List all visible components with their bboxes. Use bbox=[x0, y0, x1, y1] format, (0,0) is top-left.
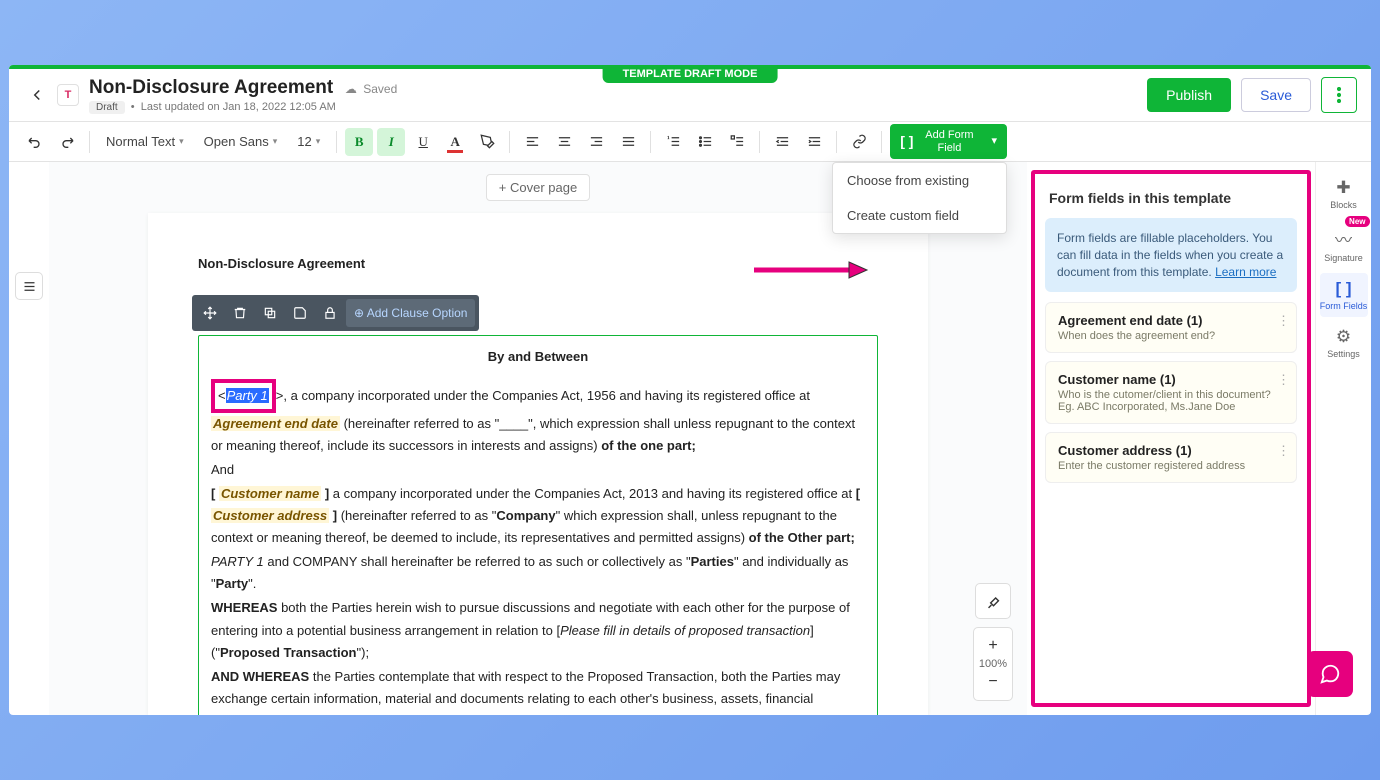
rail-settings[interactable]: ⚙ Settings bbox=[1320, 321, 1368, 365]
add-cover-page-button[interactable]: + Cover page bbox=[486, 174, 590, 201]
cloud-icon: ☁ bbox=[345, 82, 357, 96]
between-heading: By and Between bbox=[211, 346, 865, 368]
italic-button[interactable]: I bbox=[377, 128, 405, 156]
delete-clause-button[interactable] bbox=[226, 299, 254, 327]
saved-indicator: ☁ Saved bbox=[345, 82, 397, 96]
add-clause-option-button[interactable]: ⊕ Add Clause Option bbox=[346, 299, 475, 327]
align-left-button[interactable] bbox=[518, 128, 546, 156]
customer-address-field[interactable]: Customer address bbox=[211, 508, 329, 523]
field-menu-button[interactable]: ⋮ bbox=[1277, 372, 1290, 388]
outline-toggle-button[interactable] bbox=[15, 272, 43, 300]
document-title[interactable]: Non-Disclosure Agreement bbox=[89, 77, 333, 98]
form-field-card[interactable]: Customer address (1) Enter the customer … bbox=[1045, 432, 1297, 483]
rail-form-fields[interactable]: [ ] Form Fields bbox=[1320, 273, 1368, 317]
undo-button[interactable] bbox=[21, 128, 49, 156]
last-updated-text: Last updated on Jan 18, 2022 12:05 AM bbox=[141, 101, 336, 113]
mode-indicator: TEMPLATE DRAFT MODE bbox=[9, 65, 1371, 69]
new-badge: New bbox=[1345, 216, 1369, 227]
add-form-field-button[interactable]: [ ] Add Form Field ▾ bbox=[890, 124, 1007, 158]
signature-icon: 〰 bbox=[1320, 226, 1368, 251]
puzzle-icon: ✚ bbox=[1320, 178, 1368, 198]
font-select[interactable]: Open Sans▾ bbox=[196, 130, 286, 153]
form-field-card[interactable]: Agreement end date (1) When does the agr… bbox=[1045, 302, 1297, 353]
clause-content[interactable]: By and Between <Party 1>, a company inco… bbox=[198, 335, 878, 715]
create-custom-option[interactable]: Create custom field bbox=[833, 198, 1006, 233]
bold-button[interactable]: B bbox=[345, 128, 373, 156]
draft-badge: Draft bbox=[89, 101, 125, 114]
annotation-arrow bbox=[749, 260, 869, 280]
agreement-end-field[interactable]: Agreement end date bbox=[211, 416, 340, 431]
rail-signature[interactable]: New 〰 Signature bbox=[1320, 220, 1368, 269]
mode-badge: TEMPLATE DRAFT MODE bbox=[603, 65, 778, 83]
form-field-card[interactable]: Customer name (1) Who is the cutomer/cli… bbox=[1045, 361, 1297, 424]
svg-text:1: 1 bbox=[667, 135, 669, 140]
text-color-button[interactable]: A bbox=[441, 128, 469, 156]
right-rail: ✚ Blocks New 〰 Signature [ ] Form Fields… bbox=[1315, 162, 1371, 715]
numbered-list-button[interactable]: 1 bbox=[659, 128, 687, 156]
save-clause-button[interactable] bbox=[286, 299, 314, 327]
clause-toolbar: ⊕ Add Clause Option bbox=[192, 295, 479, 331]
form-fields-panel: Form fields in this template Form fields… bbox=[1031, 170, 1311, 707]
publish-button[interactable]: Publish bbox=[1147, 78, 1231, 112]
paint-format-button[interactable] bbox=[975, 583, 1011, 619]
rail-blocks[interactable]: ✚ Blocks bbox=[1320, 172, 1368, 216]
align-justify-button[interactable] bbox=[614, 128, 642, 156]
choose-existing-option[interactable]: Choose from existing bbox=[833, 163, 1006, 198]
zoom-percent: 100% bbox=[979, 658, 1007, 670]
brackets-icon: [ ] bbox=[1320, 279, 1368, 299]
copy-clause-button[interactable] bbox=[256, 299, 284, 327]
document-canvas[interactable]: + Cover page Non-Disclosure Agreement , … bbox=[49, 162, 1027, 715]
back-button[interactable] bbox=[23, 81, 51, 109]
field-menu-button[interactable]: ⋮ bbox=[1277, 443, 1290, 459]
gear-icon: ⚙ bbox=[1320, 327, 1368, 347]
underline-button[interactable]: U bbox=[409, 128, 437, 156]
doc-type-icon: T bbox=[57, 84, 79, 106]
brackets-icon: [ ] bbox=[900, 134, 913, 149]
field-menu-button[interactable]: ⋮ bbox=[1277, 313, 1290, 329]
more-menu-button[interactable] bbox=[1321, 77, 1357, 113]
panel-title: Form fields in this template bbox=[1041, 184, 1301, 218]
indent-decrease-button[interactable] bbox=[768, 128, 796, 156]
lock-clause-button[interactable] bbox=[316, 299, 344, 327]
move-clause-button[interactable] bbox=[196, 299, 224, 327]
align-center-button[interactable] bbox=[550, 128, 578, 156]
formatting-toolbar: Normal Text▾ Open Sans▾ 12▾ B I U A 1 bbox=[9, 122, 1371, 162]
checklist-button[interactable] bbox=[723, 128, 751, 156]
panel-info: Form fields are fillable placeholders. Y… bbox=[1045, 218, 1297, 292]
party1-field-highlight[interactable]: <Party 1 bbox=[211, 379, 276, 413]
customer-name-field[interactable]: Customer name bbox=[219, 486, 321, 501]
font-size-select[interactable]: 12▾ bbox=[289, 130, 328, 153]
link-button[interactable] bbox=[845, 128, 873, 156]
save-button[interactable]: Save bbox=[1241, 78, 1311, 112]
align-right-button[interactable] bbox=[582, 128, 610, 156]
chat-fab-button[interactable] bbox=[1307, 651, 1353, 697]
redo-button[interactable] bbox=[53, 128, 81, 156]
zoom-in-button[interactable]: + bbox=[979, 634, 1007, 658]
learn-more-link[interactable]: Learn more bbox=[1215, 265, 1276, 279]
zoom-out-button[interactable]: − bbox=[979, 670, 1007, 694]
text-style-select[interactable]: Normal Text▾ bbox=[98, 130, 192, 153]
bullet-list-button[interactable] bbox=[691, 128, 719, 156]
add-field-dropdown: Choose from existing Create custom field bbox=[832, 162, 1007, 234]
chevron-down-icon: ▾ bbox=[991, 135, 997, 147]
indent-increase-button[interactable] bbox=[800, 128, 828, 156]
highlight-button[interactable] bbox=[473, 128, 501, 156]
